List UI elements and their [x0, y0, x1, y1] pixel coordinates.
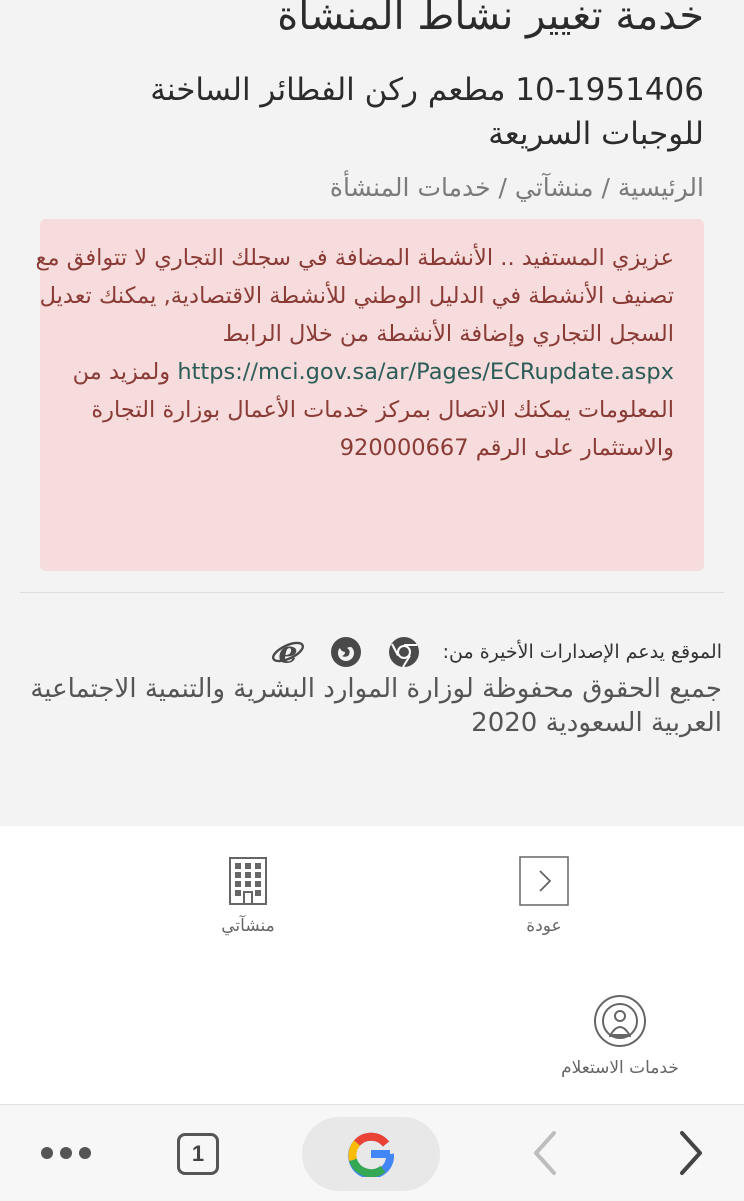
breadcrumb-separator: / [593, 173, 618, 202]
chevron-right-icon [519, 856, 569, 906]
firefox-icon [329, 635, 363, 669]
tabs-icon[interactable]: 1 [170, 1129, 226, 1179]
activity-mismatch-alert: عزيزي المستفيد .. الأنشطة المضافة في سجل… [35, 219, 704, 571]
alert-text: عزيزي المستفيد .. الأنشطة المضافة في سجل… [35, 245, 674, 347]
back-label: عودة [526, 916, 562, 936]
inquiry-services-label: خدمات الاستعلام [561, 1058, 679, 1078]
chrome-icon [387, 635, 421, 669]
inquiry-services-nav-item[interactable]: خدمات الاستعلام [548, 994, 692, 1078]
divider [20, 592, 724, 593]
building-icon [229, 857, 267, 905]
ecr-update-link[interactable]: https://mci.gov.sa/ar/Pages/ECRupdate.as… [177, 359, 674, 385]
support-phone-number: 920000667 [339, 435, 469, 461]
browser-toolbar: 1 [0, 1104, 744, 1201]
svg-text:e: e [278, 636, 297, 668]
breadcrumb-establishments[interactable]: منشآتي [515, 173, 594, 202]
google-search-button[interactable] [302, 1117, 440, 1191]
back-icon[interactable] [520, 1123, 570, 1183]
alert-message: عزيزي المستفيد .. الأنشطة المضافة في سجل… [34, 239, 674, 467]
broadcast-user-icon [594, 995, 646, 1047]
breadcrumb: الرئيسية / منشآتي / خدمات المنشأة [44, 170, 704, 206]
copyright-text: جميع الحقوق محفوظة لوزارة الموارد البشري… [30, 674, 722, 738]
my-establishments-label: منشآتي [221, 916, 275, 936]
tab-count: 1 [177, 1133, 219, 1175]
ie-icon: e [271, 635, 305, 669]
bottom-nav-panel: عودة منشآتي خدمات الاستعلام [0, 826, 744, 1104]
breadcrumb-current: خدمات المنشأة [329, 173, 491, 202]
forward-icon[interactable] [666, 1123, 716, 1183]
google-icon [348, 1132, 394, 1177]
breadcrumb-separator: / [490, 173, 515, 202]
my-establishments-nav-item[interactable]: منشآتي [200, 856, 296, 936]
more-icon[interactable] [30, 1129, 102, 1177]
supported-browsers-label: الموقع يدعم الإصدارات الأخيرة من: [442, 641, 722, 663]
establishment-subtitle: 10-1951406 مطعم ركن الفطائر الساخنة للوج… [150, 72, 704, 152]
supported-browsers: الموقع يدعم الإصدارات الأخيرة من: e [22, 632, 722, 672]
page-title: خدمة تغيير نشاط المنشأة [277, 0, 704, 39]
breadcrumb-home[interactable]: الرئيسية [618, 173, 704, 202]
back-nav-item[interactable]: عودة [500, 856, 588, 936]
